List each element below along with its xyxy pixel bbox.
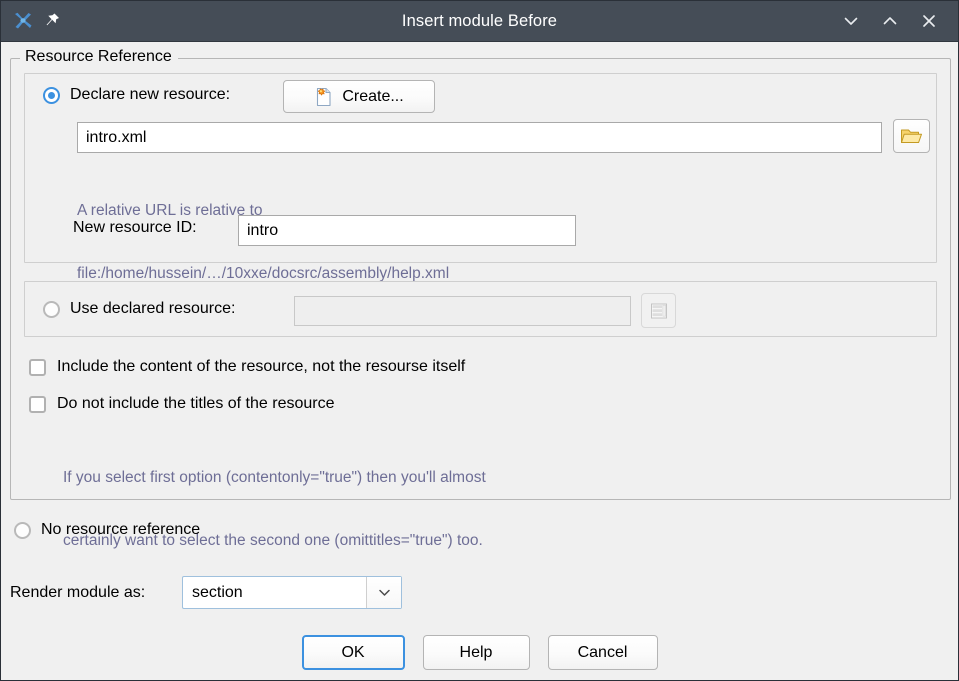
options-hint-line1: If you select first option (contentonly=… bbox=[63, 469, 486, 486]
use-declared-resource-radio[interactable] bbox=[43, 300, 60, 318]
options-hint: If you select first option (contentonly=… bbox=[63, 425, 486, 593]
help-button[interactable]: Help bbox=[422, 635, 530, 670]
dialog-window: Insert module Before Resource Reference … bbox=[0, 0, 959, 681]
cancel-button[interactable]: Cancel bbox=[547, 635, 658, 670]
create-button-label: Create... bbox=[342, 87, 404, 105]
resource-url-field[interactable]: intro.xml bbox=[77, 122, 882, 153]
content-only-checkbox[interactable] bbox=[29, 358, 46, 376]
declared-resource-field[interactable] bbox=[294, 296, 631, 326]
new-resource-id-label: New resource ID: bbox=[73, 219, 197, 236]
window-controls bbox=[840, 10, 958, 32]
render-module-as-value: section bbox=[192, 583, 243, 601]
declare-new-resource-row[interactable]: Declare new resource: bbox=[43, 86, 230, 104]
resource-url-value: intro.xml bbox=[86, 128, 147, 146]
no-resource-reference-label: No resource reference bbox=[41, 521, 201, 538]
use-declared-resource-row[interactable]: Use declared resource: bbox=[43, 300, 235, 318]
maximize-button[interactable] bbox=[879, 10, 901, 32]
content-only-row[interactable]: Include the content of the resource, not… bbox=[29, 358, 465, 376]
omit-titles-label: Do not include the titles of the resourc… bbox=[57, 395, 335, 412]
new-resource-id-field[interactable]: intro bbox=[238, 215, 576, 246]
chevron-down-icon[interactable] bbox=[366, 577, 401, 608]
pin-icon[interactable] bbox=[44, 12, 61, 30]
help-button-label: Help bbox=[459, 643, 493, 661]
render-module-as-row: Render module as: bbox=[10, 584, 145, 602]
use-declared-resource-panel: Use declared resource: bbox=[24, 281, 937, 337]
no-resource-reference-row[interactable]: No resource reference bbox=[14, 521, 200, 539]
ok-button-label: OK bbox=[341, 643, 365, 661]
folder-icon bbox=[900, 126, 923, 146]
content-only-label: Include the content of the resource, not… bbox=[57, 358, 466, 375]
title-bar-icons bbox=[1, 10, 61, 32]
dialog-content: Resource Reference Declare new resource: bbox=[1, 42, 958, 680]
new-resource-id-value: intro bbox=[247, 221, 279, 239]
minimize-button[interactable] bbox=[840, 10, 862, 32]
declare-new-resource-radio[interactable] bbox=[43, 86, 60, 104]
group-title: Resource Reference bbox=[20, 48, 178, 66]
omit-titles-checkbox[interactable] bbox=[29, 395, 46, 413]
cancel-button-label: Cancel bbox=[577, 643, 628, 661]
omit-titles-row[interactable]: Do not include the titles of the resourc… bbox=[29, 395, 335, 413]
declare-new-resource-label: Declare new resource: bbox=[70, 86, 231, 103]
render-module-as-select[interactable]: section bbox=[182, 576, 402, 609]
declared-resource-chooser-button[interactable] bbox=[641, 293, 676, 328]
new-document-icon bbox=[314, 87, 333, 107]
create-button[interactable]: Create... bbox=[283, 80, 435, 113]
xxe-app-icon bbox=[12, 10, 34, 32]
ok-button[interactable]: OK bbox=[301, 635, 405, 670]
use-declared-resource-label: Use declared resource: bbox=[70, 300, 236, 317]
close-button[interactable] bbox=[918, 10, 940, 32]
new-resource-id-row: New resource ID: bbox=[73, 219, 197, 237]
window-title: Insert module Before bbox=[401, 11, 558, 30]
render-module-as-label: Render module as: bbox=[10, 584, 146, 601]
no-resource-reference-radio[interactable] bbox=[14, 521, 31, 539]
declare-new-resource-panel: Declare new resource: Create... intro.xm… bbox=[24, 73, 937, 282]
browse-file-button[interactable] bbox=[893, 119, 930, 153]
dialog-button-bar: OK Help Cancel bbox=[1, 635, 958, 670]
list-chooser-icon bbox=[649, 301, 669, 321]
title-bar: Insert module Before bbox=[1, 1, 958, 42]
resource-reference-group: Resource Reference Declare new resource: bbox=[10, 48, 951, 549]
